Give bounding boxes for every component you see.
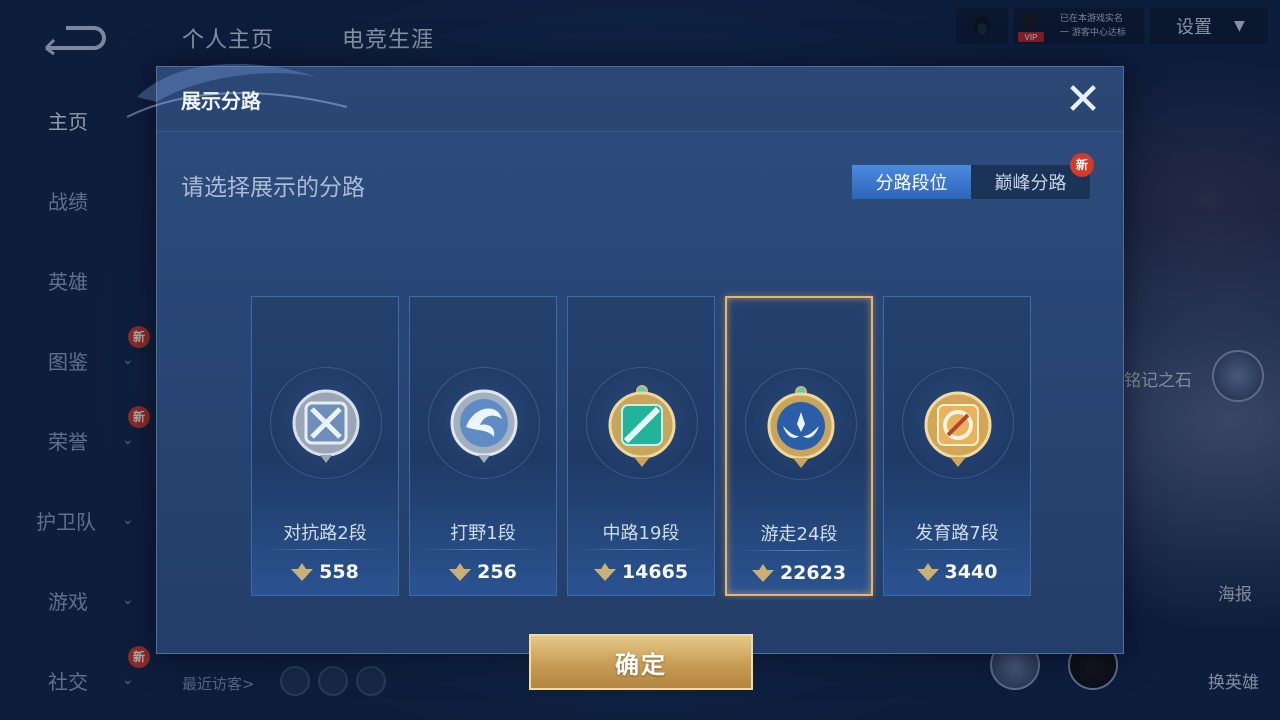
dialog-title: 展示分路 xyxy=(181,89,261,113)
lane-card-top[interactable]: 对抗路2段 558 xyxy=(251,296,399,596)
lane-card-jungle[interactable]: 打野1段 256 xyxy=(409,296,557,596)
card-divider xyxy=(262,549,388,550)
dialog-body: 请选择展示的分路 分路段位 巅峰分路 新 对抗路2段 558 打野1段 256 … xyxy=(157,131,1123,690)
winged-star-emblem-icon xyxy=(767,386,835,468)
rank-points-icon xyxy=(593,563,616,581)
card-divider xyxy=(737,550,861,551)
lane-card-roam[interactable]: 游走24段 22623 xyxy=(725,296,873,596)
confirm-button[interactable]: 确定 xyxy=(529,634,753,690)
lane-score-value: 22623 xyxy=(779,562,847,584)
mage-slash-emblem-icon xyxy=(608,385,676,467)
rank-points-icon xyxy=(291,563,314,581)
lane-score: 3440 xyxy=(884,561,1030,583)
lane-score: 14665 xyxy=(568,561,714,583)
new-badge: 新 xyxy=(1070,153,1094,177)
rank-points-icon xyxy=(916,563,939,581)
lane-score-value: 256 xyxy=(477,561,517,583)
lane-rank-label: 游走24段 xyxy=(760,524,838,545)
card-divider xyxy=(894,549,1020,550)
lane-score: 256 xyxy=(410,561,556,583)
rank-points-icon xyxy=(751,564,774,582)
marksman-emblem-icon xyxy=(924,391,992,467)
select-lane-prompt: 请选择展示的分路 xyxy=(181,175,365,201)
card-divider xyxy=(578,549,704,550)
rank-points-icon xyxy=(449,563,472,581)
lane-rank-label: 打野1段 xyxy=(450,523,516,544)
lane-card-mid[interactable]: 中路19段 14665 xyxy=(567,296,715,596)
dragon-emblem-icon xyxy=(450,389,518,463)
lane-rank-label: 中路19段 xyxy=(602,523,680,544)
lane-score-value: 3440 xyxy=(944,561,998,583)
lane-score: 558 xyxy=(252,561,398,583)
lane-score-value: 558 xyxy=(319,561,359,583)
lane-card-farm[interactable]: 发育路7段 3440 xyxy=(883,296,1031,596)
lane-mode-toggle: 分路段位 巅峰分路 新 xyxy=(851,153,1094,200)
lane-display-dialog: 展示分路 ✕ 请选择展示的分路 分路段位 巅峰分路 新 对抗路2段 558 打野… xyxy=(126,63,1124,690)
lane-score: 22623 xyxy=(727,562,871,584)
close-icon[interactable]: ✕ xyxy=(1061,74,1105,125)
toggle-lane-rank[interactable]: 分路段位 xyxy=(852,165,971,199)
lane-rank-label: 对抗路2段 xyxy=(283,523,367,544)
crossed-swords-emblem-icon xyxy=(292,389,360,463)
card-divider xyxy=(420,549,546,550)
lane-rank-label: 发育路7段 xyxy=(915,523,999,544)
lane-score-value: 14665 xyxy=(621,561,689,583)
